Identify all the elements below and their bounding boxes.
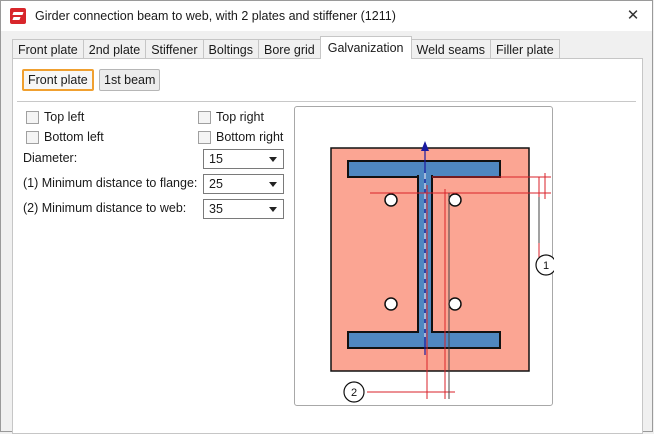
marker-1-label: 1: [543, 260, 549, 272]
min-web-label: (2) Minimum distance to web:: [23, 201, 187, 215]
diameter-select[interactable]: 15: [203, 149, 284, 169]
diameter-label: Diameter:: [23, 151, 78, 165]
tab-galvanization[interactable]: Galvanization: [319, 36, 412, 59]
checkbox-box[interactable]: [198, 130, 211, 144]
checkbox-box[interactable]: [26, 110, 39, 124]
bolt-hole-bottom-left: [384, 297, 398, 311]
checkbox-box[interactable]: [26, 130, 39, 144]
bolt-hole-top-right: [448, 193, 462, 207]
bolt-hole-bottom-right: [448, 297, 462, 311]
connection-diagram: 1 2: [294, 106, 554, 406]
bolt-hole-top-left: [384, 193, 398, 207]
axis-arrow-icon: [421, 141, 429, 151]
checkbox-box[interactable]: [198, 110, 211, 124]
bottom-left-checkbox[interactable]: Bottom left: [26, 130, 104, 144]
diagram-drawing: 1 2: [330, 141, 554, 403]
min-flange-select[interactable]: 25: [203, 174, 284, 194]
tab-filler-plate[interactable]: Filler plate: [490, 39, 560, 59]
tab-stiffener[interactable]: Stiffener: [145, 39, 204, 59]
bottom-left-label: Bottom left: [44, 130, 104, 144]
diameter-value: 15: [209, 152, 223, 166]
chevron-down-icon[interactable]: [269, 157, 277, 162]
window-title: Girder connection beam to web, with 2 pl…: [35, 9, 396, 23]
app-icon: [10, 8, 26, 24]
chevron-down-icon[interactable]: [269, 207, 277, 212]
top-left-label: Top left: [44, 110, 85, 124]
bottom-right-label: Bottom right: [216, 130, 284, 144]
tab-weld-seams[interactable]: Weld seams: [410, 39, 492, 59]
close-button[interactable]: ✕: [620, 4, 646, 28]
front-plate-subtab-button[interactable]: Front plate: [22, 69, 94, 91]
marker-2-label: 2: [351, 387, 357, 399]
min-flange-value: 25: [209, 177, 223, 191]
chevron-down-icon[interactable]: [269, 182, 277, 187]
first-beam-subtab-button[interactable]: 1st beam: [99, 69, 161, 91]
top-left-checkbox[interactable]: Top left: [26, 110, 84, 124]
title-bar: Girder connection beam to web, with 2 pl…: [1, 1, 652, 31]
min-web-select[interactable]: 35: [203, 199, 284, 219]
tab-strip: Front plate 2nd plate Stiffener Boltings…: [12, 36, 560, 59]
top-right-checkbox[interactable]: Top right: [198, 110, 264, 124]
tab-front-plate[interactable]: Front plate: [12, 39, 84, 59]
tab-bore-grid[interactable]: Bore grid: [258, 39, 321, 59]
tab-2nd-plate[interactable]: 2nd plate: [82, 39, 147, 59]
bottom-right-checkbox[interactable]: Bottom right: [198, 130, 283, 144]
tab-boltings[interactable]: Boltings: [202, 39, 260, 59]
min-web-value: 35: [209, 202, 223, 216]
top-right-label: Top right: [216, 110, 264, 124]
separator: [17, 101, 636, 102]
min-flange-label: (1) Minimum distance to flange:: [23, 176, 198, 190]
